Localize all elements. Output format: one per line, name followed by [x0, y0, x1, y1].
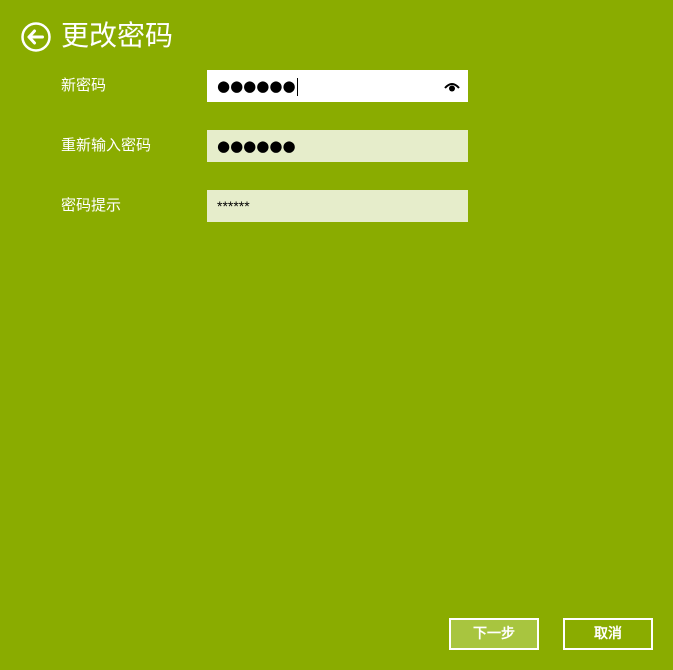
next-button[interactable]: 下一步	[449, 618, 539, 650]
text-caret	[296, 77, 298, 96]
confirm-password-field[interactable]: ●●●●●●	[207, 130, 468, 162]
password-hint-label: 密码提示	[61, 196, 122, 214]
cancel-button[interactable]: 取消	[563, 618, 653, 650]
confirm-password-value: ●●●●●●	[217, 137, 296, 155]
eye-icon[interactable]	[444, 79, 460, 93]
new-password-field[interactable]: ●●●●●●	[207, 70, 468, 102]
back-arrow-circle-icon	[21, 22, 51, 52]
new-password-label: 新密码	[61, 76, 107, 94]
confirm-password-label: 重新输入密码	[61, 136, 152, 154]
password-hint-value: ******	[217, 198, 250, 214]
password-hint-field[interactable]: ******	[207, 190, 468, 222]
back-button[interactable]	[21, 22, 51, 52]
page-title: 更改密码	[61, 19, 174, 52]
new-password-value: ●●●●●●	[217, 77, 298, 96]
